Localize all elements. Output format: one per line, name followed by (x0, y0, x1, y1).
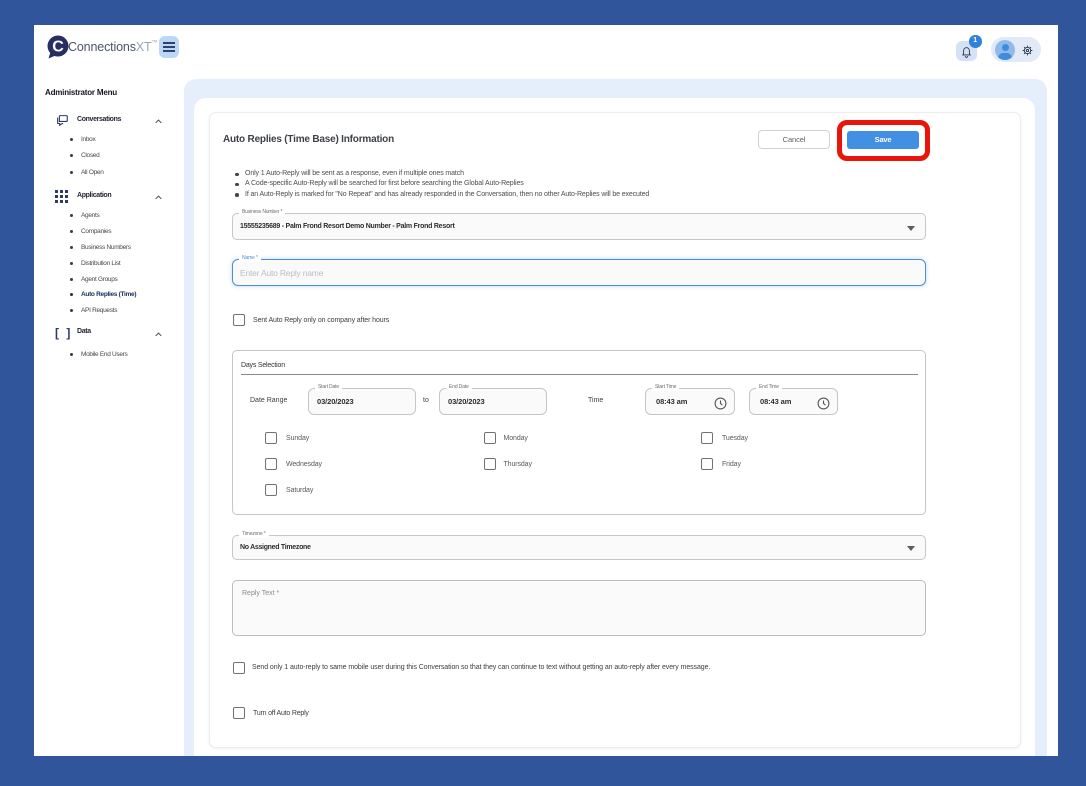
svg-text:C: C (52, 39, 64, 56)
